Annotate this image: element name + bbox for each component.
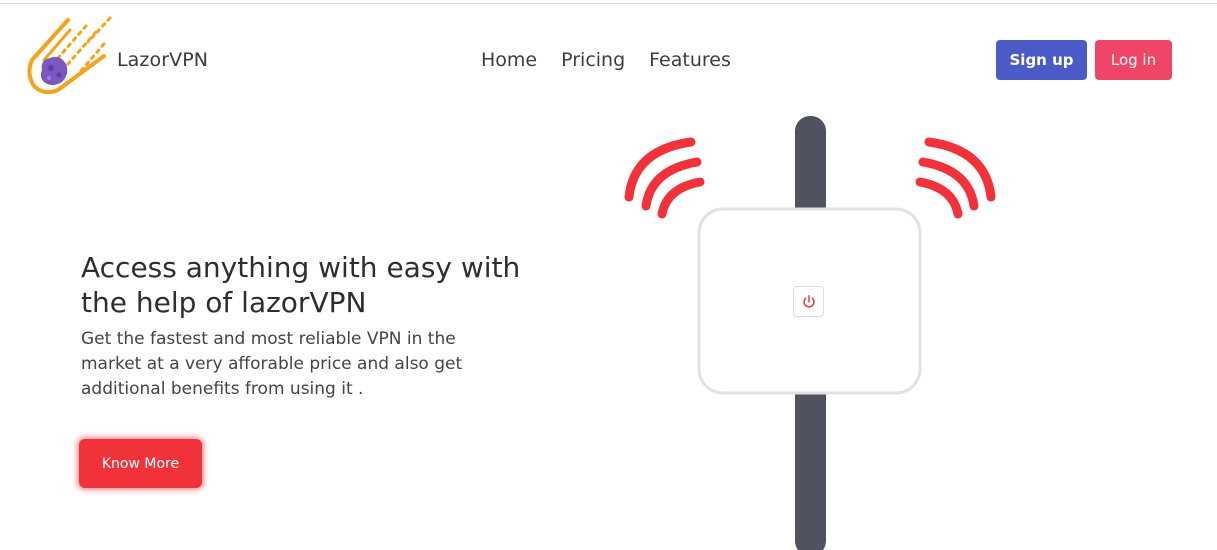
nav-pricing[interactable]: Pricing	[561, 49, 625, 71]
main-nav: Home Pricing Features	[481, 49, 731, 71]
nav-home[interactable]: Home	[481, 49, 537, 71]
top-divider	[0, 3, 1217, 4]
hero-title: Access anything with easy with the help …	[81, 251, 521, 319]
know-more-button[interactable]: Know More	[79, 439, 202, 488]
hero-subtitle: Get the fastest and most reliable VPN in…	[81, 329, 463, 399]
login-button[interactable]: Log in	[1095, 40, 1172, 80]
brand-name[interactable]: LazorVPN	[117, 49, 208, 71]
power-button[interactable]	[793, 286, 824, 317]
nav-features[interactable]: Features	[649, 49, 731, 71]
signup-button[interactable]: Sign up	[996, 40, 1087, 80]
wifi-signal-right-icon	[915, 137, 996, 219]
wifi-signal-left-icon	[624, 137, 705, 219]
landing-page: LazorVPN Home Pricing Features Sign up L…	[0, 0, 1217, 550]
meteor-logo-icon[interactable]	[24, 16, 112, 104]
router-illustration	[600, 110, 1020, 550]
power-icon	[802, 294, 815, 307]
